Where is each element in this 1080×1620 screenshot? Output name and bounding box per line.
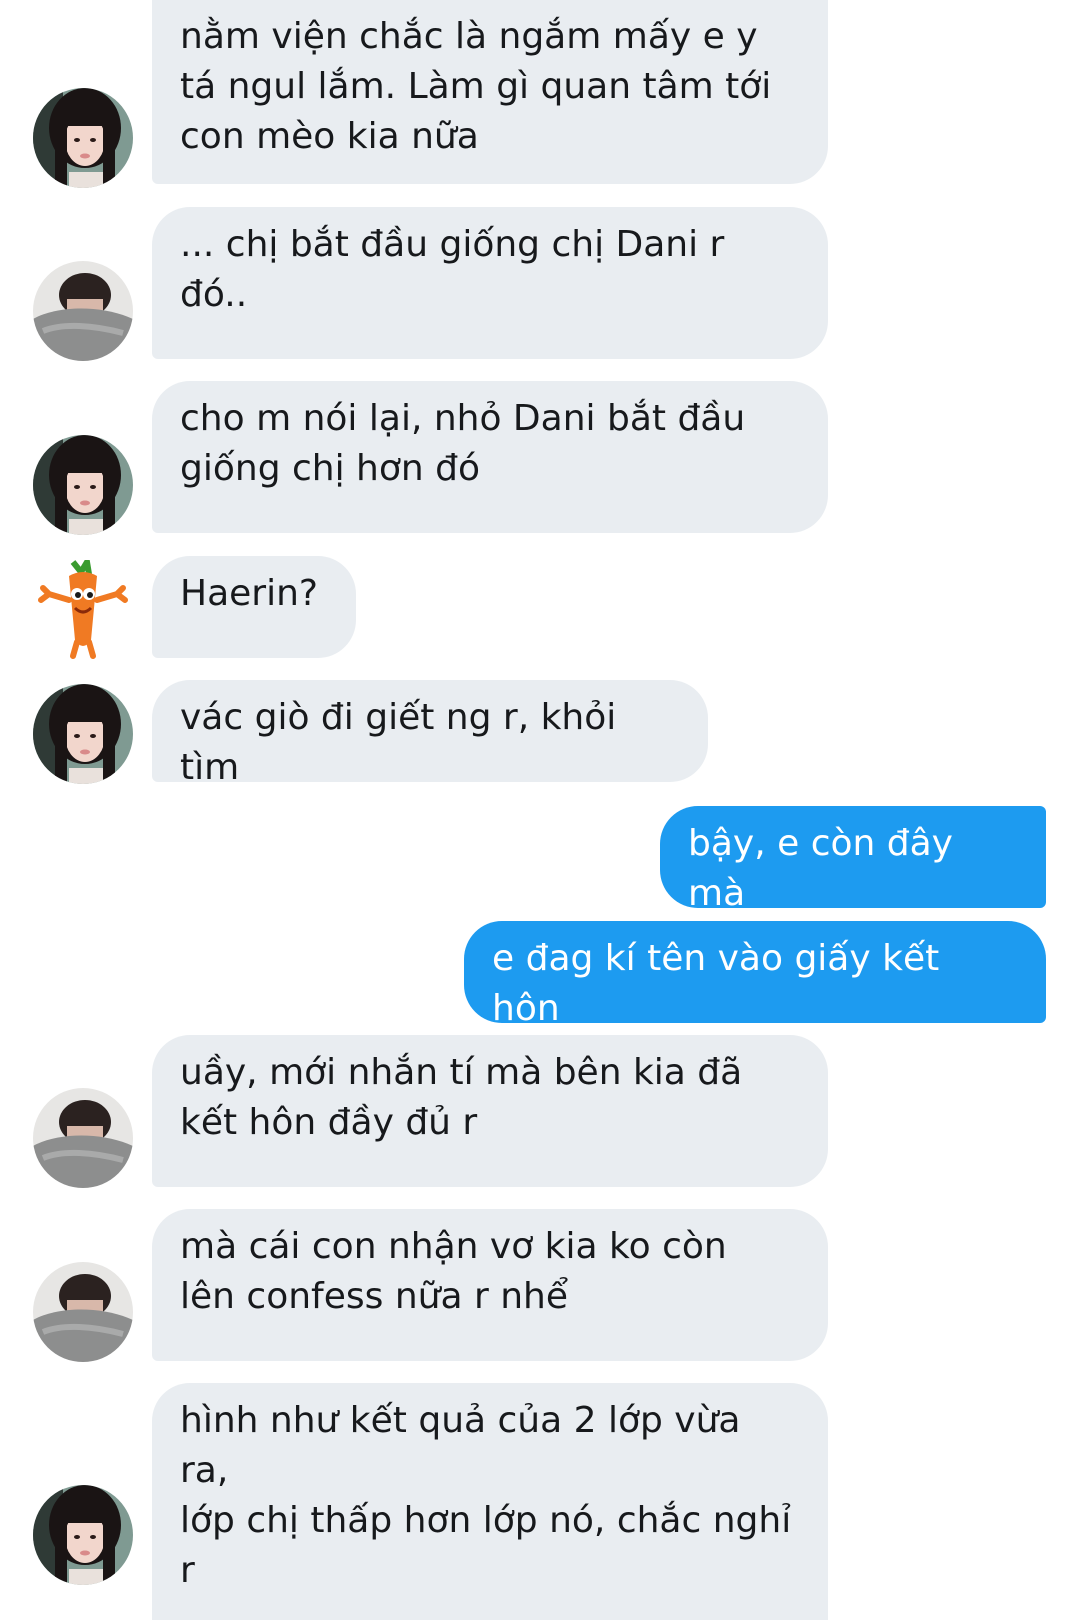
girl-avatar-icon[interactable] (33, 435, 133, 535)
incoming-message-bubble[interactable]: hình như kết quả của 2 lớp vừa ra, lớp c… (152, 1383, 828, 1620)
incoming-message-bubble[interactable]: cho m nói lại, nhỏ Dani bắt đầu giống ch… (152, 381, 828, 533)
outgoing-message-bubble[interactable]: e đag kí tên vào giấy kết hôn (464, 921, 1046, 1029)
blanket-avatar-icon[interactable] (33, 1262, 133, 1362)
girl-avatar-icon[interactable] (33, 88, 133, 188)
incoming-message-bubble[interactable]: nằm viện chắc là ngắm mấy e y tá ngul lắ… (152, 0, 828, 184)
outgoing-message-bubble[interactable]: bậy, e còn đây mà (660, 806, 1046, 914)
girl-avatar-icon[interactable] (33, 684, 133, 784)
blanket-avatar-icon[interactable] (33, 261, 133, 361)
incoming-message-bubble[interactable]: mà cái con nhận vơ kia ko còn lên confes… (152, 1209, 828, 1361)
incoming-message-bubble[interactable]: uầy, mới nhắn tí mà bên kia đã kết hôn đ… (152, 1035, 828, 1187)
girl-avatar-icon[interactable] (33, 1485, 133, 1585)
conversation-thread[interactable]: nằm viện chắc là ngắm mấy e y tá ngul lắ… (0, 0, 1080, 1620)
blanket-avatar-icon[interactable] (33, 1088, 133, 1188)
incoming-message-bubble[interactable]: Haerin? (152, 556, 356, 658)
carrot-mascot-icon[interactable] (33, 560, 133, 660)
incoming-message-bubble[interactable]: ... chị bắt đầu giống chị Dani r đó.. (152, 207, 828, 359)
incoming-message-bubble[interactable]: vác giò đi giết ng r, khỏi tìm (152, 680, 708, 788)
